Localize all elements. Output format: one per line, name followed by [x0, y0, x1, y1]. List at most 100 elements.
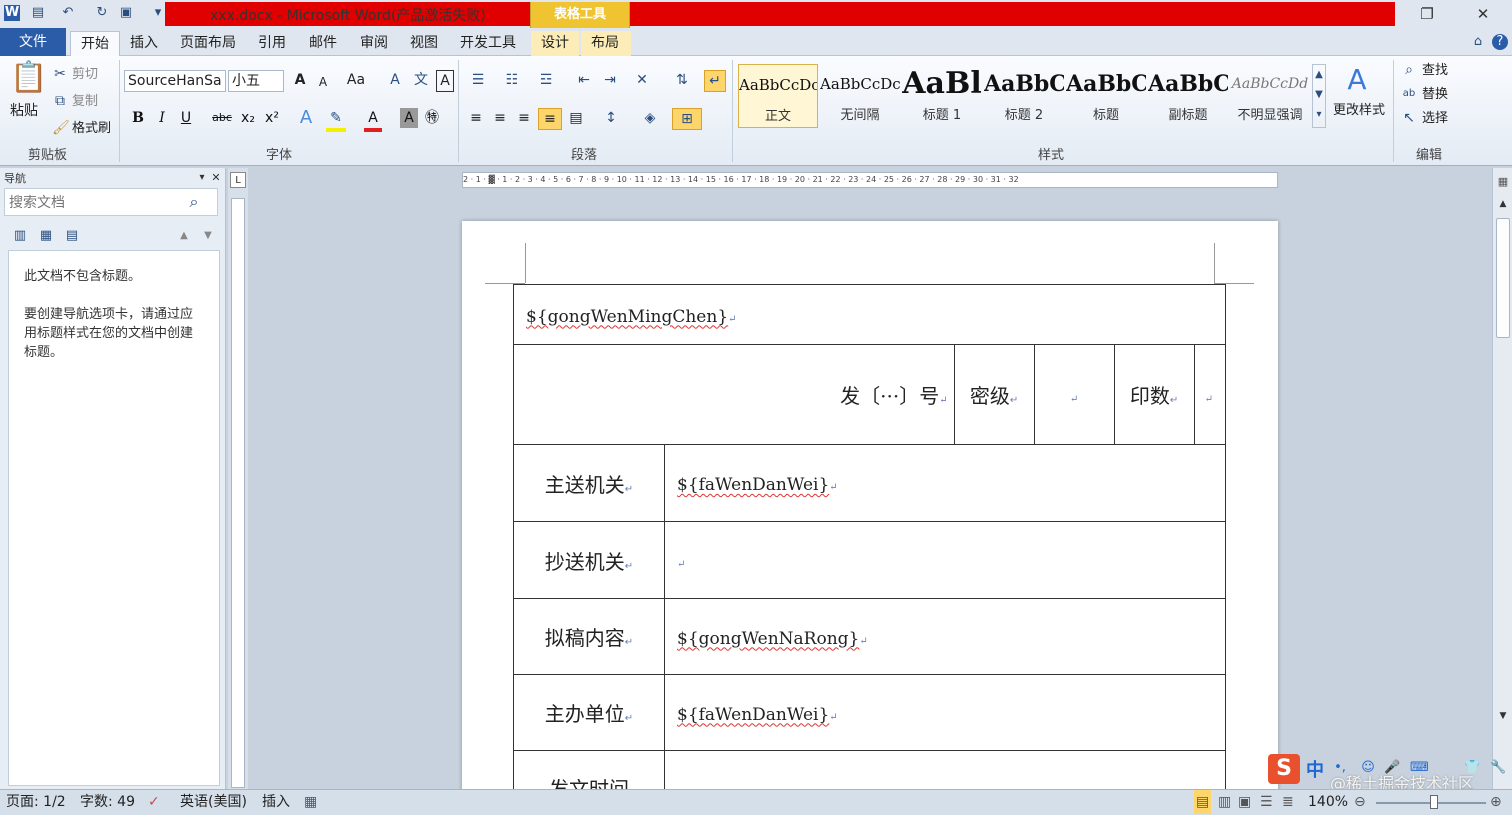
- table-cell[interactable]: 发文时间: [513, 750, 665, 789]
- tab-selector-icon[interactable]: L: [230, 172, 246, 188]
- enclose-char-icon[interactable]: ㊕: [422, 108, 442, 128]
- tab-view[interactable]: 视图: [400, 31, 448, 56]
- table-cell[interactable]: ↵: [1193, 344, 1227, 445]
- paste-icon[interactable]: 📋: [10, 60, 47, 96]
- sogou-logo-icon[interactable]: S: [1268, 754, 1300, 784]
- copy-icon[interactable]: ⧉: [52, 91, 68, 111]
- ruler-toggle-icon[interactable]: ▦: [1495, 174, 1511, 190]
- word-app-icon[interactable]: W: [4, 5, 20, 21]
- redo-icon[interactable]: ↻: [94, 5, 110, 21]
- table-cell[interactable]: ${gongWenMingChen}↵: [513, 284, 1226, 345]
- table-cell[interactable]: 发〔···〕号↵: [513, 344, 955, 445]
- change-styles-icon[interactable]: A: [1340, 60, 1374, 100]
- change-styles-button[interactable]: 更改样式: [1333, 102, 1385, 120]
- style-subtle-emphasis[interactable]: AaBbCcDd 不明显强调: [1230, 64, 1310, 128]
- style-title[interactable]: AaBbC 标题: [1066, 64, 1146, 128]
- zoom-slider-thumb[interactable]: [1430, 795, 1438, 809]
- browse-headings-icon[interactable]: ▥: [12, 228, 28, 244]
- table-cell[interactable]: [664, 750, 1226, 789]
- tab-design[interactable]: 设计: [531, 31, 579, 56]
- show-marks-icon[interactable]: ↵: [704, 70, 726, 92]
- table-cell[interactable]: 主送机关↵: [513, 444, 665, 522]
- format-painter-button[interactable]: 格式刷: [72, 120, 111, 138]
- tab-layout[interactable]: 布局: [581, 31, 631, 56]
- document-area[interactable]: 2 · 1 · ▓ · 1 · 2 · 3 · 4 · 5 · 6 · 7 · …: [250, 168, 1490, 789]
- increase-indent-icon[interactable]: ⇥: [600, 70, 620, 90]
- tab-page-layout[interactable]: 页面布局: [170, 31, 246, 56]
- tab-mailings[interactable]: 邮件: [299, 31, 347, 56]
- new-doc-icon[interactable]: ▤: [30, 5, 46, 21]
- find-icon[interactable]: ⌕: [1400, 60, 1418, 80]
- table-cell[interactable]: ${faWenDanWei}↵: [664, 444, 1226, 522]
- align-right-icon[interactable]: ≡: [514, 108, 534, 128]
- proofing-icon[interactable]: ✓: [148, 790, 160, 814]
- zoom-level[interactable]: 140%: [1308, 790, 1348, 814]
- undo-icon[interactable]: ↶: [60, 5, 76, 21]
- highlight-icon[interactable]: ✎: [326, 108, 346, 132]
- restore-icon[interactable]: ❐: [1412, 4, 1442, 24]
- cut-icon[interactable]: ✂: [52, 64, 68, 84]
- style-no-spacing[interactable]: AaBbCcDc 无间隔: [820, 64, 900, 128]
- language-indicator[interactable]: 英语(美国): [180, 790, 247, 814]
- scroll-down-icon[interactable]: ▼: [1495, 708, 1511, 724]
- page-count[interactable]: 页面: 1/2: [6, 790, 66, 814]
- table-cell[interactable]: ↵: [1033, 344, 1115, 445]
- align-left-icon[interactable]: ≡: [466, 108, 486, 128]
- table-cell[interactable]: ${gongWenNaRong}↵: [664, 598, 1226, 675]
- cut-button[interactable]: 剪切: [72, 66, 98, 84]
- next-icon[interactable]: ▼: [200, 228, 216, 244]
- ime-tools-icon[interactable]: 🔧: [1490, 760, 1506, 776]
- font-color-icon[interactable]: A: [364, 108, 382, 132]
- char-border-icon[interactable]: A: [436, 70, 454, 92]
- style-heading-1[interactable]: AaBl 标题 1: [902, 64, 982, 128]
- table-cell[interactable]: 印数↵: [1113, 344, 1195, 445]
- scroll-thumb[interactable]: [1496, 218, 1510, 338]
- find-button[interactable]: 查找: [1422, 62, 1448, 80]
- horizontal-ruler[interactable]: 2 · 1 · ▓ · 1 · 2 · 3 · 4 · 5 · 6 · 7 · …: [462, 172, 1278, 188]
- draft-icon[interactable]: ≣: [1282, 790, 1294, 814]
- font-size-combo[interactable]: 小五: [228, 70, 284, 92]
- chinese-layout-icon[interactable]: ✕: [630, 70, 654, 90]
- close-icon[interactable]: ✕: [1468, 4, 1498, 24]
- clear-format-icon[interactable]: A: [385, 70, 405, 90]
- tab-references[interactable]: 引用: [248, 31, 296, 56]
- zoom-in-icon[interactable]: ⊕: [1490, 790, 1502, 814]
- multilevel-list-icon[interactable]: ☲: [534, 70, 558, 90]
- tab-review[interactable]: 审阅: [350, 31, 398, 56]
- print-layout-icon[interactable]: ▤: [1194, 790, 1212, 814]
- text-effects-icon[interactable]: A: [296, 108, 316, 128]
- document-table[interactable]: ${gongWenMingChen}↵ 发〔···〕号↵ 密级↵ ↵ 印数↵ ↵…: [513, 284, 1227, 789]
- shrink-font-icon[interactable]: A: [314, 72, 332, 92]
- justify-icon[interactable]: ≡: [538, 108, 562, 130]
- select-button[interactable]: 选择: [1422, 110, 1448, 128]
- web-layout-icon[interactable]: ▣: [1238, 790, 1251, 814]
- table-cell[interactable]: 拟稿内容↵: [513, 598, 665, 675]
- italic-button[interactable]: I: [154, 108, 170, 128]
- customize-qat-icon[interactable]: ▾: [150, 5, 166, 21]
- browse-pages-icon[interactable]: ▦: [38, 228, 54, 244]
- strikethrough-button[interactable]: abc: [210, 108, 234, 128]
- tab-file[interactable]: 文件: [0, 28, 66, 56]
- tab-home[interactable]: 开始: [70, 31, 120, 57]
- document-page[interactable]: ${gongWenMingChen}↵ 发〔···〕号↵ 密级↵ ↵ 印数↵ ↵…: [462, 221, 1278, 789]
- ime-mode-indicator[interactable]: 中: [1306, 756, 1324, 782]
- scroll-up-icon[interactable]: ▲: [1495, 196, 1511, 212]
- outline-icon[interactable]: ☰: [1260, 790, 1273, 814]
- vertical-ruler[interactable]: L: [228, 168, 248, 789]
- insert-mode-indicator[interactable]: 插入: [262, 790, 290, 814]
- table-cell[interactable]: 密级↵: [953, 344, 1035, 445]
- replace-button[interactable]: 替换: [1422, 86, 1448, 104]
- sort-icon[interactable]: ⇅: [672, 70, 692, 90]
- table-cell[interactable]: 主办单位↵: [513, 674, 665, 751]
- macro-record-icon[interactable]: ▦: [304, 790, 317, 814]
- phonetic-guide-icon[interactable]: 文: [410, 70, 432, 90]
- style-heading-2[interactable]: AaBbC 标题 2: [984, 64, 1064, 128]
- vertical-scrollbar[interactable]: ▦ ▲ ▼: [1492, 168, 1512, 789]
- tab-developer[interactable]: 开发工具: [450, 31, 526, 56]
- search-icon[interactable]: ⌕: [186, 194, 202, 210]
- align-center-icon[interactable]: ≡: [490, 108, 510, 128]
- browse-results-icon[interactable]: ▤: [64, 228, 80, 244]
- style-normal[interactable]: AaBbCcDc 正文: [738, 64, 818, 128]
- numbering-icon[interactable]: ☷: [500, 70, 524, 90]
- prev-icon[interactable]: ▲: [176, 228, 192, 244]
